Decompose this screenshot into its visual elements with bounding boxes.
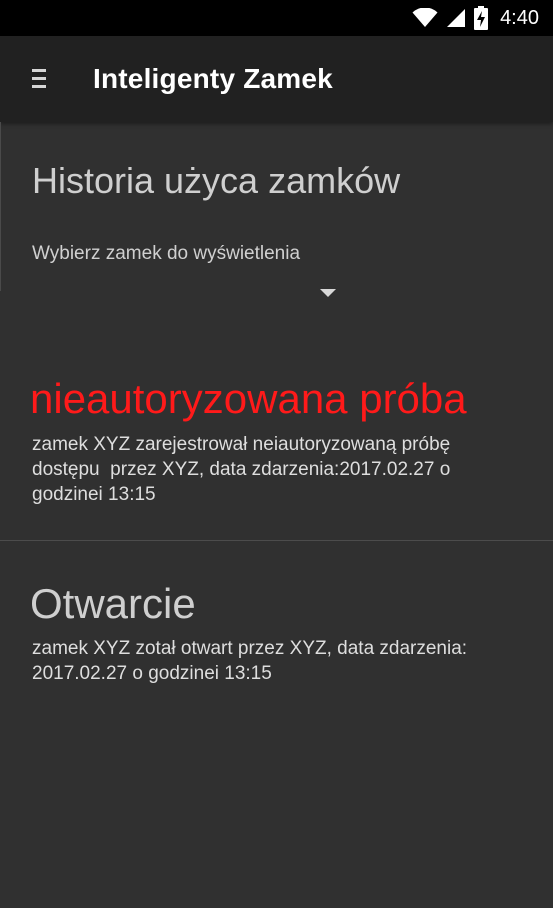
battery-charging-icon [474,6,489,30]
page-title: Historia użyca zamków [32,160,401,201]
status-time: 4:40 [500,6,539,29]
event-description-open: zamek XYZ zotał otwart przez XYZ, data z… [32,638,468,684]
status-icons: 4:40 [412,0,539,36]
event-description-unauthorized: zamek XYZ zarejestrował neiautoryzowaną … [32,434,451,505]
lock-spinner[interactable] [30,275,350,311]
wifi-icon [412,8,438,28]
event-divider [0,540,553,541]
status-bar: 4:40 [0,0,553,36]
app-title: Inteligenty Zamek [93,63,333,94]
dropdown-arrow-icon[interactable] [320,289,336,297]
hamburger-menu-icon[interactable] [30,66,50,92]
event-title-open: Otwarcie [30,580,196,627]
app-bar: Inteligenty Zamek [0,36,553,122]
lock-spinner-label: Wybierz zamek do wyświetlenia [32,243,301,264]
signal-icon [446,8,466,28]
event-title-unauthorized: nieautoryzowana próba [30,375,467,422]
left-edge-divider [0,122,1,291]
